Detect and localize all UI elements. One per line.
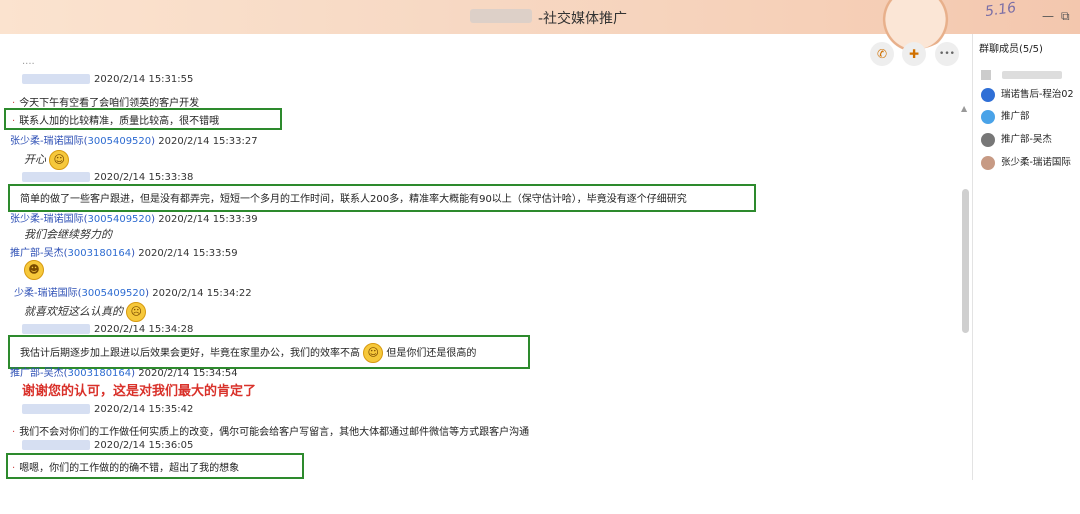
message-text: 开心 ☺	[24, 150, 70, 170]
member-panel: 群聊成员(5/5) 瑞诺售后-程治02 推广部 推广部-吴杰 张少柔-瑞诺国际	[972, 34, 1080, 480]
title-bar: -社交媒体推广 5.16 — ⧉	[0, 0, 1080, 50]
message-text: 谢谢您的认可，这是对我们最大的肯定了	[22, 384, 257, 399]
message-header: 2020/2/14 15:34:28	[22, 324, 193, 335]
qq-number-link[interactable]: 3005409520	[88, 136, 152, 147]
blurred-sender-name	[22, 74, 90, 84]
blurred-sender-name	[22, 324, 90, 334]
member-item-blurred[interactable]	[981, 64, 1071, 80]
message-emoji: ☻	[24, 260, 44, 280]
blurred-group-name	[470, 9, 532, 23]
more-options-icon[interactable]: •••	[935, 42, 959, 66]
scroll-thumb[interactable]	[962, 189, 969, 333]
restore-button[interactable]: ⧉	[1061, 9, 1070, 24]
window-title: -社交媒体推广	[538, 11, 628, 27]
message-text: · 嗯嗯，你们的工作做的的确不错，超出了我的想象	[12, 463, 240, 474]
minimize-button[interactable]: —	[1042, 9, 1054, 23]
scroll-up-arrow-icon[interactable]: ▲	[961, 104, 967, 113]
avatar	[981, 155, 995, 170]
message-text: 就喜欢短这么认真的 ☹	[24, 302, 147, 322]
grinning-emoji-icon: ☺	[363, 343, 384, 363]
message-header: 张少柔-瑞诺国际(3005409520) 2020/2/14 15:33:27	[10, 136, 258, 147]
message-header: 推广部-吴杰(3003180164) 2020/2/14 15:34:54	[10, 368, 238, 379]
message-text: · 我们不会对你们的工作做任何实质上的改变，偶尔可能会给客户写留言，其他大体都通过…	[12, 427, 530, 438]
blurred-member-name	[1002, 70, 1063, 79]
phone-call-icon[interactable]: ✆	[870, 42, 894, 66]
qq-number-link[interactable]: 3005409520	[88, 214, 152, 225]
qq-number-link[interactable]: 3003180164	[68, 248, 132, 259]
message-header: 2020/2/14 15:33:38	[22, 172, 193, 183]
share-screen-icon[interactable]: ✚	[902, 42, 926, 66]
member-item[interactable]: 张少柔-瑞诺国际	[981, 154, 1071, 170]
avatar	[981, 132, 995, 147]
chat-history: ✆ ✚ ••• .... 2020/2/14 15:31:55 · 今天下午有空看…	[0, 34, 972, 480]
decorative-skin-date: 5.16	[984, 0, 1018, 21]
collapsed-previous-messages: ....	[22, 56, 35, 67]
message-text: 简单的做了一些客户跟进，但是没有都弄完，短短一个多月的工作时间，联系人200多，…	[20, 194, 687, 205]
message-text: 我们会继续努力的	[24, 228, 112, 241]
member-item[interactable]: 推广部-吴杰	[981, 131, 1052, 147]
avatar	[981, 109, 995, 124]
grinning-emoji-icon: ☺	[49, 150, 70, 170]
message-header: 2020/2/14 15:35:42	[22, 404, 193, 415]
qq-number-link[interactable]: 3005409520	[82, 288, 146, 299]
message-text: 我估计后期逐步加上跟进以后效果会更好，毕竟在家里办公，我们的效率不高 ☺ 但是你…	[20, 343, 476, 363]
avatar	[981, 87, 995, 102]
message-text: · 今天下午有空看了会咱们领英的客户开发	[12, 98, 200, 109]
blurred-sender-name	[22, 172, 90, 182]
blurred-sender-name	[22, 440, 90, 450]
message-header: 2020/2/14 15:31:55	[22, 74, 193, 85]
qq-number-link[interactable]: 3003180164	[68, 368, 132, 379]
laughing-emoji-icon: ☻	[24, 260, 44, 280]
message-header: 2020/2/14 15:36:05	[22, 440, 193, 451]
member-item[interactable]: 瑞诺售后-程治02	[981, 86, 1074, 102]
message-header: 张少柔-瑞诺国际(3005409520) 2020/2/14 15:33:39	[10, 214, 258, 225]
member-count-header: 群聊成员(5/5)	[979, 44, 1043, 55]
chat-scrollbar[interactable]: ▲	[961, 104, 969, 514]
avatar	[981, 69, 991, 80]
message-header: 推广部-吴杰(3003180164) 2020/2/14 15:33:59	[10, 248, 238, 259]
blurred-sender-name	[22, 404, 90, 414]
message-text: · 联系人加的比较精准，质量比较高，很不错哦	[12, 116, 220, 127]
thinking-emoji-icon: ☹	[126, 302, 147, 322]
message-header: 少柔-瑞诺国际(3005409520) 2020/2/14 15:34:22	[14, 288, 252, 299]
member-item[interactable]: 推广部	[981, 108, 1030, 124]
